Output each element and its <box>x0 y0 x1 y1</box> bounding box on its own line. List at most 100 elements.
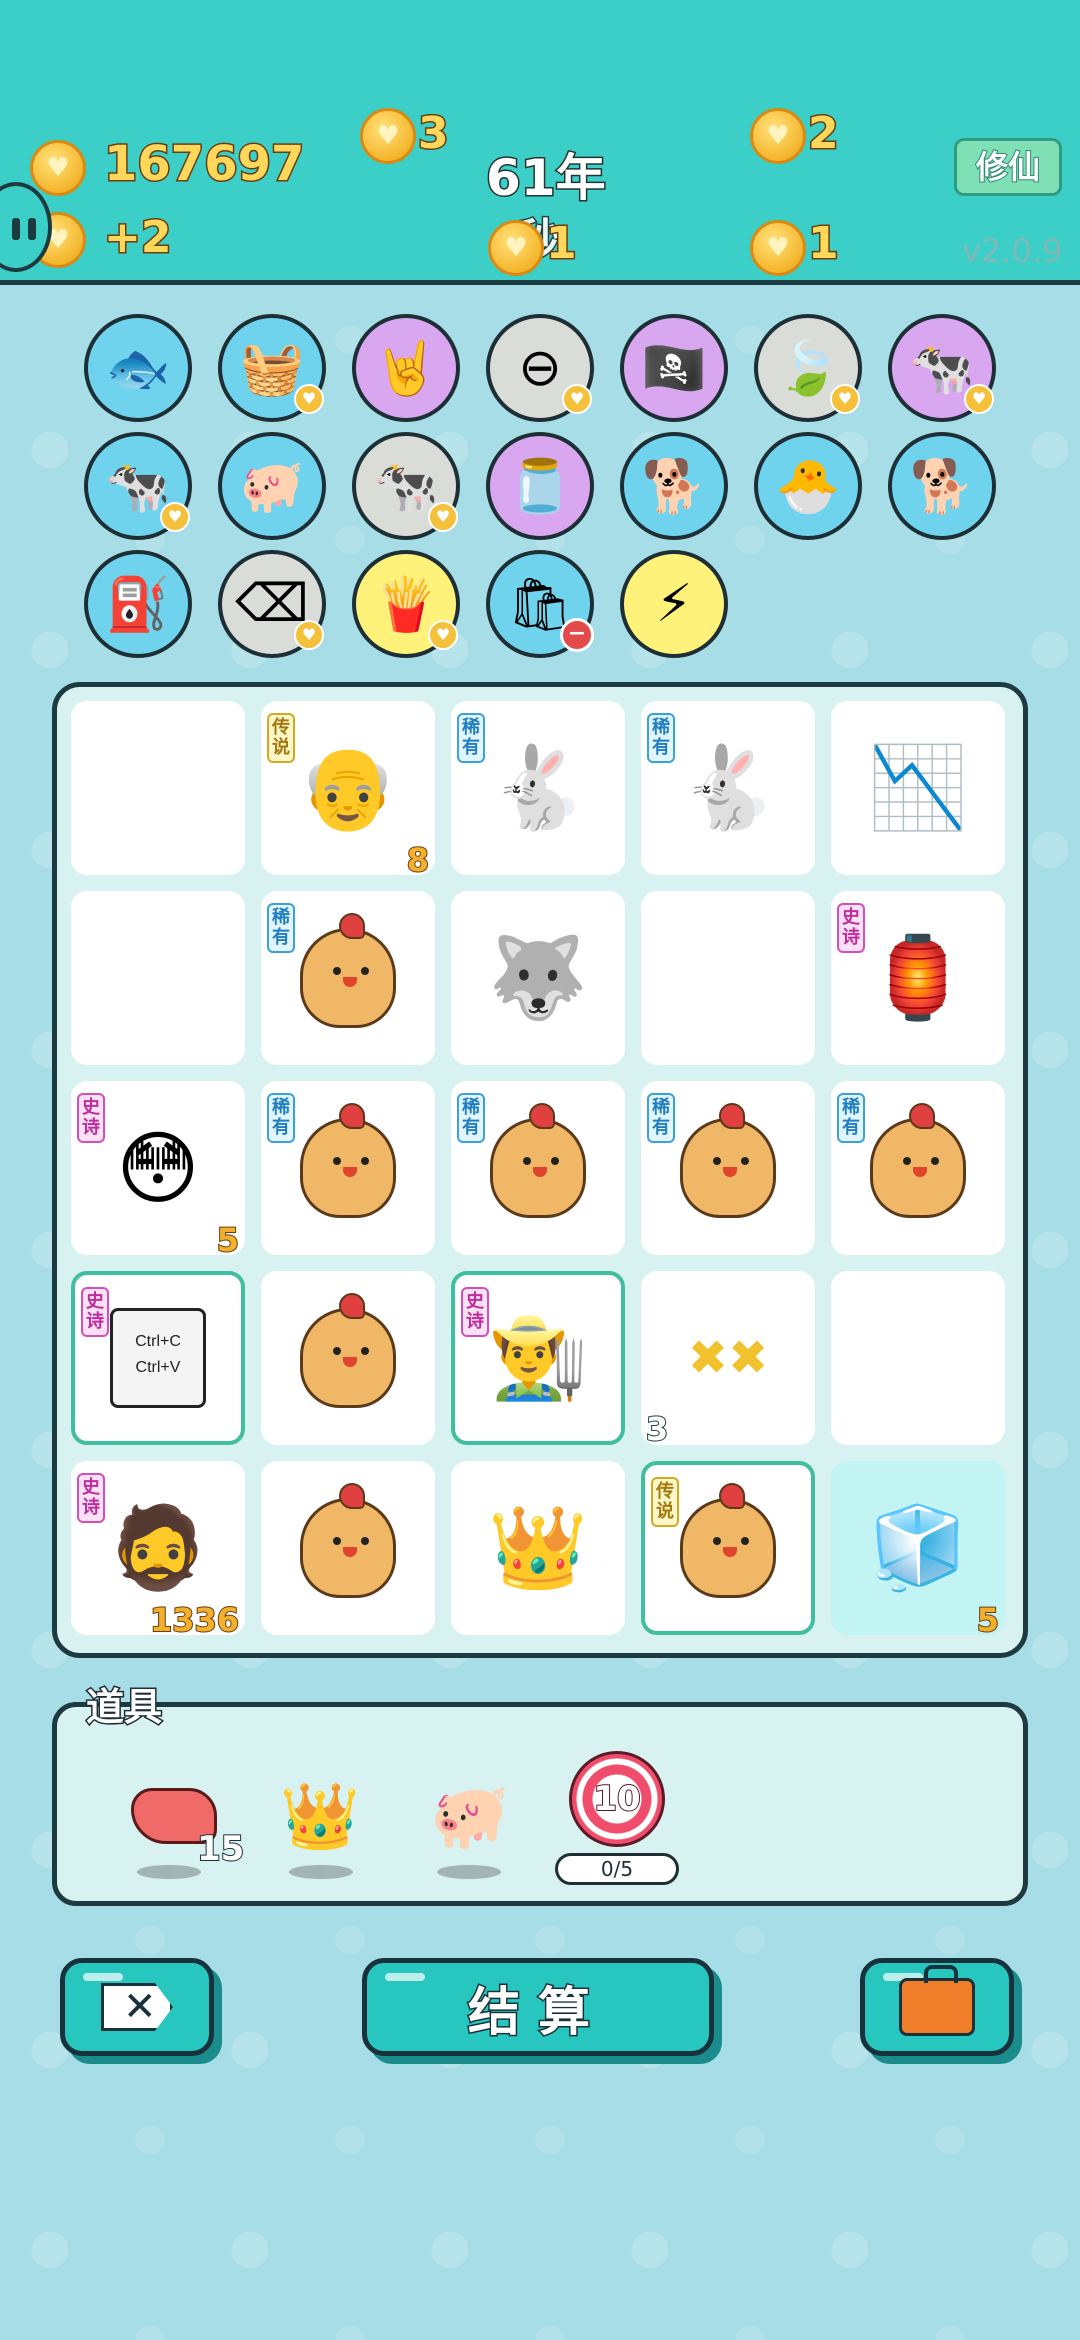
rabbit-icon: 🐇 <box>678 741 778 834</box>
cow-pair-icon: 🐄 <box>909 338 975 399</box>
chick-icon <box>300 1103 396 1218</box>
leaf-icon: 🍃 <box>775 338 841 399</box>
board-tile[interactable]: 😳 史诗 5 <box>71 1081 245 1260</box>
settle-label: 结算 <box>466 1981 608 2044</box>
board-tile[interactable] <box>71 891 245 1065</box>
board-tile[interactable] <box>261 1461 435 1635</box>
coin-icon-c <box>750 108 806 164</box>
eyepatch-icon: 🏴‍☠️ <box>641 338 707 399</box>
chick-egg-icon: 🐣 <box>775 456 841 517</box>
cool-dog-icon: 🐕 <box>641 456 707 517</box>
fruit-basket-icon: 🧺 <box>239 338 305 399</box>
heart-badge-icon: ♥ <box>294 384 324 414</box>
owned-item-3[interactable]: ⊖ ♥ <box>486 314 594 422</box>
board-tile[interactable]: 稀有 <box>261 891 435 1065</box>
owned-item-11[interactable]: 🐕 <box>620 432 728 540</box>
coin-icon-b <box>488 220 544 276</box>
farmer-icon: 👨‍🌾 <box>488 1311 588 1404</box>
rarity-badge: 史诗 <box>77 1093 105 1143</box>
board-tile[interactable] <box>71 701 245 875</box>
owned-item-15[interactable]: ⌫ ♥ <box>218 550 326 658</box>
rarity-badge: 史诗 <box>837 903 865 953</box>
rarity-badge: 稀有 <box>647 713 675 763</box>
board-tile[interactable]: 👨‍🌾 史诗 <box>451 1271 625 1445</box>
coin-icon-d <box>750 220 806 276</box>
heart-badge-icon: ♥ <box>562 384 592 414</box>
air-pump-icon: ⛽ <box>105 574 171 635</box>
owned-item-5[interactable]: 🍃 ♥ <box>754 314 862 422</box>
chick-icon <box>680 1483 776 1598</box>
board-tile[interactable]: 🧊 5 <box>831 1461 1005 1640</box>
gold-rate: +2 <box>102 211 173 265</box>
owned-item-7[interactable]: 🐄 ♥ <box>84 432 192 540</box>
lightning-icon: ⚡ <box>655 574 693 634</box>
board-tile[interactable]: 📉 <box>831 701 1005 875</box>
board-tile[interactable]: 稀有 <box>641 1081 815 1255</box>
rarity-badge: 史诗 <box>81 1287 109 1337</box>
owned-item-13[interactable]: 🐕 <box>888 432 996 540</box>
board-tile[interactable]: 🏮 史诗 <box>831 891 1005 1065</box>
owned-item-8[interactable]: 🐖 <box>218 432 326 540</box>
yellow-face-icon: 😳 <box>116 1121 200 1215</box>
board-tile[interactable]: 👴 传说 8 <box>261 701 435 880</box>
owned-item-2[interactable]: 🤘 <box>352 314 460 422</box>
owned-item-14[interactable]: ⛽ <box>84 550 192 658</box>
no-entry-icon: ⊖ <box>518 338 562 398</box>
tile-count: 8 <box>406 840 430 880</box>
target-counter[interactable]: 10 <box>569 1751 665 1847</box>
board-tile[interactable]: 传说 <box>641 1461 815 1635</box>
board-tile[interactable]: 稀有 <box>451 1081 625 1255</box>
crown-icon: 👑 <box>280 1779 360 1854</box>
fridge-icon: 🧊 <box>868 1501 968 1594</box>
crown-tool[interactable]: 👑 <box>265 1761 375 1871</box>
board-tile[interactable]: 🐺 <box>451 891 625 1065</box>
counter-c: 2 <box>807 107 841 161</box>
owned-item-18[interactable]: ⚡ <box>620 550 728 658</box>
owned-item-0[interactable]: 🐟 <box>84 314 192 422</box>
owned-item-9[interactable]: 🐄 ♥ <box>352 432 460 540</box>
inventory-button[interactable] <box>860 1958 1014 2056</box>
board-tile[interactable]: 🐇 稀有 <box>451 701 625 875</box>
rarity-badge: 稀有 <box>457 713 485 763</box>
owned-item-17[interactable]: 🛍 − <box>486 550 594 658</box>
owned-item-4[interactable]: 🏴‍☠️ <box>620 314 728 422</box>
piggy-bank-tool[interactable]: 🐖 <box>415 1761 525 1871</box>
owned-item-6[interactable]: 🐄 ♥ <box>888 314 996 422</box>
board-tile[interactable]: 🐇 稀有 <box>641 701 815 875</box>
owned-item-16[interactable]: 🍟 ♥ <box>352 550 460 658</box>
counter-d: 1 <box>807 217 841 271</box>
board-tile[interactable] <box>641 891 815 1065</box>
rarity-badge: 稀有 <box>267 1093 295 1143</box>
rabbit-icon: 🐇 <box>488 741 588 834</box>
discard-button[interactable]: ✕ <box>60 1958 214 2056</box>
rabbit-house-icon: 🏮 <box>868 931 968 1024</box>
chart-down-icon: 📉 <box>868 741 968 834</box>
owned-item-1[interactable]: 🧺 ♥ <box>218 314 326 422</box>
board-tile[interactable]: Ctrl+C Ctrl+V 史诗 <box>71 1271 245 1445</box>
rarity-badge: 稀有 <box>457 1093 485 1143</box>
rarity-badge: 稀有 <box>267 903 295 953</box>
chick-icon <box>300 913 396 1028</box>
piggy-bank-icon: 🐖 <box>430 1779 510 1854</box>
tile-extra-count: 3 <box>645 1409 669 1449</box>
board-tile[interactable] <box>831 1271 1005 1445</box>
cow-pair-icon: 🐄 <box>105 456 171 517</box>
target-progress: 0/5 <box>555 1853 679 1885</box>
rarity-badge: 稀有 <box>647 1093 675 1143</box>
board-tile[interactable]: 👑 <box>451 1461 625 1635</box>
heart-badge-icon: ♥ <box>160 502 190 532</box>
top-hud: 167697 +2 3 61年 秒 1 2 1 修仙 v2.0.9 <box>0 0 1080 285</box>
gold-coin-icon <box>30 140 86 196</box>
board-tile[interactable] <box>261 1271 435 1445</box>
counter-a: 3 <box>417 107 451 161</box>
pause-icon <box>12 218 20 240</box>
settle-button[interactable]: 结算 <box>362 1958 714 2056</box>
cultivate-button[interactable]: 修仙 <box>954 138 1062 196</box>
board-tile[interactable]: 🧔 史诗 1336 <box>71 1461 245 1640</box>
rarity-badge: 史诗 <box>77 1473 105 1523</box>
board-tile[interactable]: 稀有 <box>261 1081 435 1255</box>
owned-item-10[interactable]: 🫙 <box>486 432 594 540</box>
owned-item-12[interactable]: 🐣 <box>754 432 862 540</box>
tile-count: 1336 <box>149 1600 240 1640</box>
board-tile[interactable]: 稀有 <box>831 1081 1005 1255</box>
